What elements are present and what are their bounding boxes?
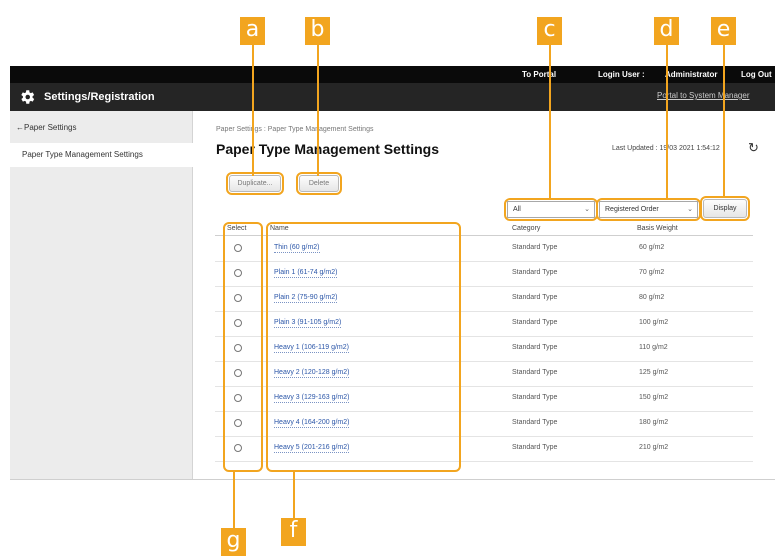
callout-b-highlight [296, 172, 342, 195]
callout-d-highlight [596, 198, 701, 221]
callout-g: g [221, 528, 246, 556]
category-cell: Standard Type [512, 269, 558, 276]
category-cell: Standard Type [512, 294, 558, 301]
refresh-icon[interactable]: ↻ [748, 140, 759, 156]
callout-g-line [233, 471, 235, 528]
category-cell: Standard Type [512, 444, 558, 451]
callout-d: d [654, 17, 679, 45]
app-title: Settings/Registration [44, 91, 155, 103]
top-bar: To Portal Login User : Administrator Log… [10, 66, 775, 83]
category-cell: Standard Type [512, 344, 558, 351]
back-arrow-icon: ← [16, 123, 24, 132]
callout-c-highlight [504, 198, 598, 221]
basis-weight-cell: 150 g/m2 [639, 394, 669, 401]
callout-e-line [723, 45, 725, 196]
category-cell: Standard Type [512, 244, 558, 251]
callout-b-line [317, 45, 319, 176]
callout-c-line [549, 45, 551, 198]
callout-d-line [666, 45, 668, 198]
column-header-category: Category [512, 225, 541, 232]
basis-weight-cell: 70 g/m2 [639, 269, 665, 276]
callout-f-line [293, 471, 295, 518]
callout-a: a [240, 17, 265, 45]
callout-f: f [281, 518, 306, 546]
callout-b: b [305, 17, 330, 45]
basis-weight-cell: 60 g/m2 [639, 244, 665, 251]
basis-weight-cell: 180 g/m2 [639, 419, 669, 426]
callout-g-highlight [223, 222, 263, 472]
callout-f-highlight [266, 222, 461, 472]
category-cell: Standard Type [512, 319, 558, 326]
callout-c: c [537, 17, 562, 45]
login-user-label: Login User : [598, 70, 645, 79]
gear-icon [21, 90, 35, 104]
sidebar-item-paper-type-management[interactable]: Paper Type Management Settings [10, 143, 193, 167]
callout-e: e [711, 17, 736, 45]
column-header-basis-weight: Basis Weight [637, 225, 678, 232]
category-cell: Standard Type [512, 394, 558, 401]
basis-weight-cell: 125 g/m2 [639, 369, 669, 376]
category-cell: Standard Type [512, 419, 558, 426]
basis-weight-cell: 100 g/m2 [639, 319, 669, 326]
category-cell: Standard Type [512, 369, 558, 376]
basis-weight-cell: 210 g/m2 [639, 444, 669, 451]
callout-a-highlight [226, 172, 284, 195]
logout-link[interactable]: Log Out [741, 66, 772, 83]
divider [10, 479, 775, 480]
callout-e-highlight [700, 196, 750, 221]
sidebar-item-label: Paper Settings [24, 123, 77, 132]
basis-weight-cell: 80 g/m2 [639, 294, 665, 301]
portal-to-system-manager-link[interactable]: Portal to System Manager [657, 91, 749, 100]
page-title: Paper Type Management Settings [216, 141, 440, 157]
login-user-name: Administrator [665, 70, 718, 79]
sidebar-item-paper-settings[interactable]: ←Paper Settings [16, 123, 76, 132]
breadcrumb: Paper Settings : Paper Type Management S… [216, 126, 374, 133]
callout-a-line [252, 45, 254, 176]
sidebar-item-label: Paper Type Management Settings [22, 150, 143, 159]
basis-weight-cell: 110 g/m2 [639, 344, 668, 351]
